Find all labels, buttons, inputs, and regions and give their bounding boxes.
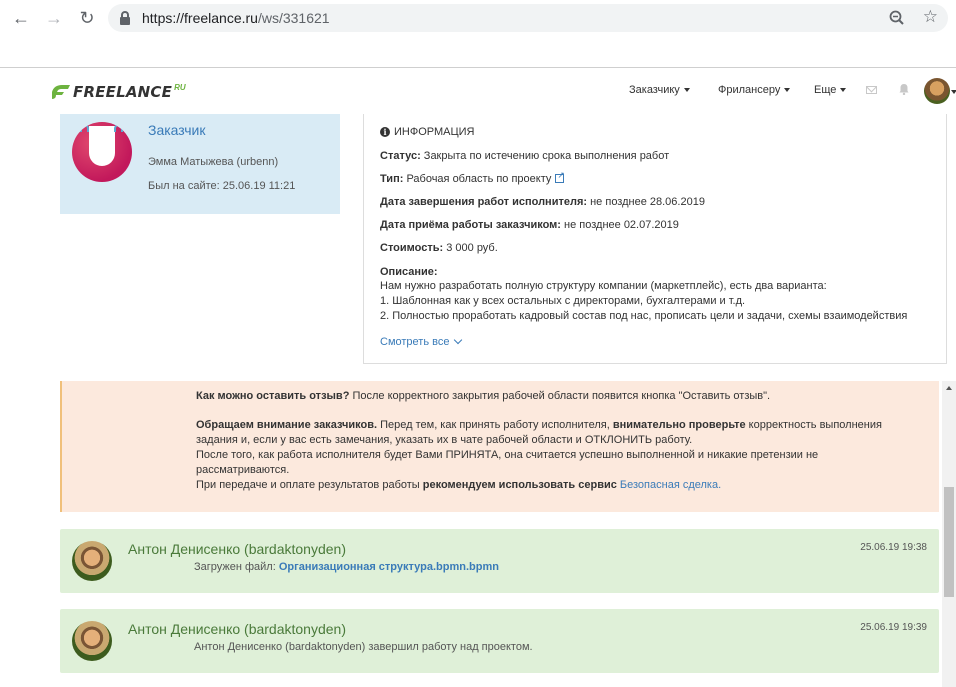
logo-mark-icon xyxy=(52,85,70,99)
description-line: 2. Полностью проработать кадровый состав… xyxy=(380,310,908,322)
bell-icon[interactable] xyxy=(899,83,909,95)
chat-message: Антон Денисенко (bardaktonyden) 25.06.19… xyxy=(60,529,939,593)
address-bar[interactable]: https://freelance.ru/ws/331621 ☆ xyxy=(108,4,948,32)
chevron-down-icon xyxy=(454,335,463,345)
notice-line: Обращаем внимание заказчиков. Перед тем,… xyxy=(196,419,882,431)
author-avatar[interactable] xyxy=(72,541,112,581)
review-notice: Как можно оставить отзыв? После корректн… xyxy=(60,381,939,512)
status-row: Статус: Закрыта по истечению срока выпол… xyxy=(380,150,670,162)
caret-down-icon xyxy=(840,88,847,93)
notice-line: После того, как работа исполнителя будет… xyxy=(196,449,819,461)
zoom-icon[interactable] xyxy=(888,9,906,27)
description-line: 1. Шаблонная как у всех остальных с дире… xyxy=(380,295,746,307)
mail-icon[interactable] xyxy=(866,86,877,94)
cost-row: Стоимость: 3 000 руб. xyxy=(380,242,498,254)
browser-toolbar: ← → ↻ https://freelance.ru/ws/331621 ☆ xyxy=(0,0,956,36)
author-avatar[interactable] xyxy=(72,621,112,661)
deadline-row: Дата завершения работ исполнителя: не по… xyxy=(380,196,705,208)
info-panel: i ИНФОРМАЦИЯ Статус: Закрыта по истечени… xyxy=(363,114,947,364)
nav-freelancer-menu[interactable]: Фрилансеру xyxy=(718,84,791,96)
notice-line: задания и, если у вас есть замечания, ук… xyxy=(196,434,693,446)
info-title: i ИНФОРМАЦИЯ xyxy=(380,126,474,138)
info-icon: i xyxy=(380,127,390,137)
message-text: Антон Денисенко (bardaktonyden) завершил… xyxy=(194,641,533,653)
notice-line: рассматриваются. xyxy=(196,464,290,476)
site-header: FREELANCE RU Заказчику Фрилансеру Еще xyxy=(0,68,956,114)
reload-icon[interactable]: ↻ xyxy=(75,6,99,30)
caret-down-icon[interactable] xyxy=(951,90,956,94)
nav-more-menu[interactable]: Еще xyxy=(814,84,847,96)
chat-message: Антон Денисенко (bardaktonyden) 25.06.19… xyxy=(60,609,939,673)
url-text[interactable]: https://freelance.ru/ws/331621 xyxy=(142,10,330,26)
message-author[interactable]: Антон Денисенко (bardaktonyden) xyxy=(128,621,346,637)
lock-icon xyxy=(120,11,130,25)
description-label: Описание: xyxy=(380,266,438,278)
freelance-logo[interactable]: FREELANCE RU xyxy=(50,82,186,102)
customer-role: Заказчик xyxy=(148,122,206,138)
scroll-thumb[interactable] xyxy=(944,487,954,597)
file-link[interactable]: Организационная структура.bpmn.bpmn xyxy=(279,561,499,573)
safe-deal-link[interactable]: Безопасная сделка. xyxy=(620,479,721,491)
scrollbar[interactable] xyxy=(942,381,956,687)
scroll-up-icon[interactable] xyxy=(946,386,952,390)
message-text: Загружен файл: Организационная структура… xyxy=(194,561,499,573)
customer-last-seen: Был на сайте: 25.06.19 11:21 xyxy=(148,180,296,192)
caret-down-icon xyxy=(784,88,791,93)
notice-line: При передаче и оплате результатов работы… xyxy=(196,479,722,491)
caret-down-icon xyxy=(683,88,690,93)
description-line: Нам нужно разработать полную структуру к… xyxy=(380,280,827,292)
nav-customer-menu[interactable]: Заказчику xyxy=(629,84,690,96)
customer-card: Заказчик Эмма Матыжева (urbenn) Был на с… xyxy=(60,114,340,214)
customer-avatar[interactable] xyxy=(72,122,132,182)
acceptance-row: Дата приёма работы заказчиком: не поздне… xyxy=(380,219,679,231)
notice-line: Как можно оставить отзыв? После корректн… xyxy=(196,390,771,402)
back-arrow-icon[interactable]: ← xyxy=(9,6,33,30)
customer-name-link[interactable]: Эмма Матыжева (urbenn) xyxy=(148,156,278,168)
user-avatar[interactable] xyxy=(924,78,950,104)
see-all-link[interactable]: Смотреть все xyxy=(380,335,463,348)
message-time: 25.06.19 19:39 xyxy=(860,622,927,633)
type-row: Тип: Рабочая область по проекту xyxy=(380,170,565,185)
bookmark-star-icon[interactable]: ☆ xyxy=(923,7,938,27)
external-link-icon[interactable] xyxy=(555,170,565,183)
forward-arrow-icon[interactable]: → xyxy=(42,6,66,30)
message-author[interactable]: Антон Денисенко (bardaktonyden) xyxy=(128,541,346,557)
message-time: 25.06.19 19:38 xyxy=(860,542,927,553)
